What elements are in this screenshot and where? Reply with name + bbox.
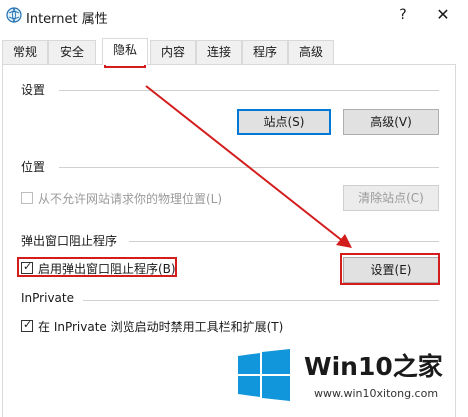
brand-url: www.win10xitong.com xyxy=(314,387,439,400)
watermark-logo: Win10之家 www.win10xitong.com xyxy=(230,335,468,417)
brand-name: Win10之家 xyxy=(304,352,443,381)
tab-privacy[interactable]: 隐私 xyxy=(102,38,148,65)
windows-logo-icon xyxy=(238,349,290,401)
